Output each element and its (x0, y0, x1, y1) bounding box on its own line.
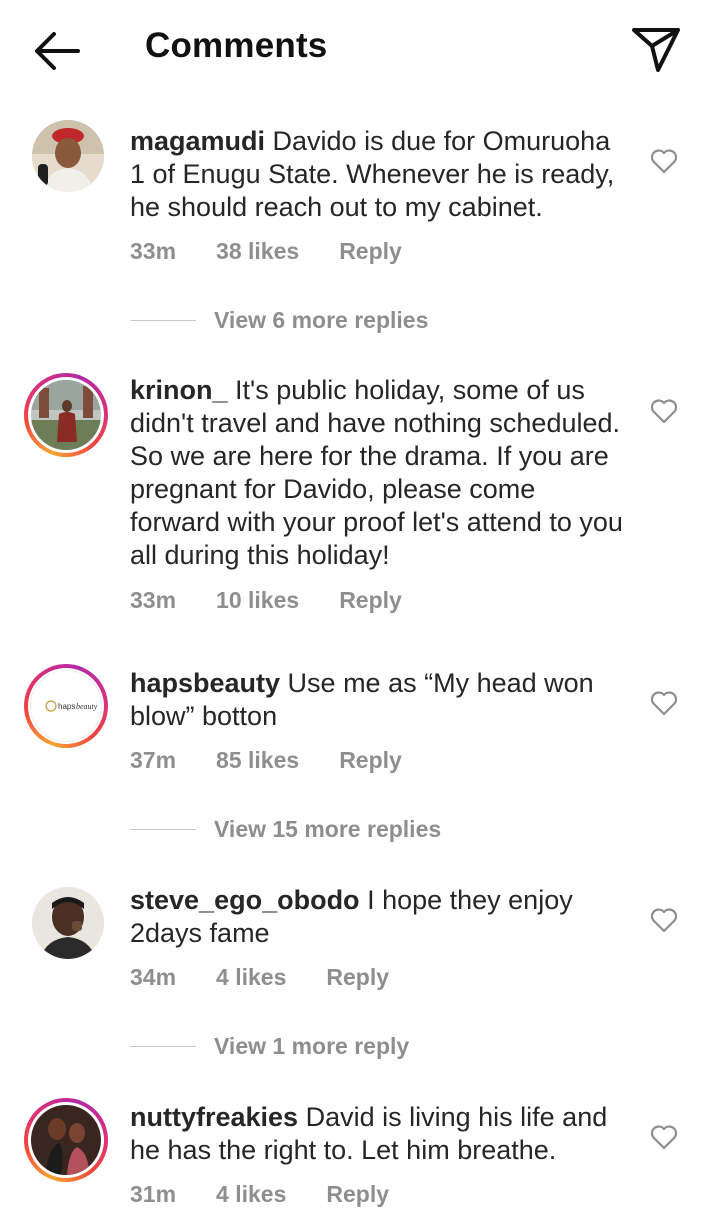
comment-username[interactable]: magamudi (130, 126, 265, 156)
avatar[interactable]: haps beauty (24, 664, 108, 748)
view-replies-button[interactable]: View 1 more reply (130, 1033, 409, 1060)
view-replies-label: View 15 more replies (214, 816, 442, 842)
comment-text-block: steve_ego_obodo I hope they enjoy 2days … (130, 884, 630, 950)
heart-icon[interactable] (650, 690, 678, 716)
comment-meta: 34m 4 likes Reply (130, 964, 389, 991)
view-replies-label: View 1 more reply (214, 1033, 410, 1059)
view-replies-label: View 6 more replies (214, 307, 429, 333)
divider (130, 829, 196, 830)
heart-icon[interactable] (650, 1124, 678, 1150)
avatar[interactable] (30, 118, 106, 194)
divider (130, 320, 196, 321)
comment-likes[interactable]: 38 likes (216, 238, 299, 265)
avatar[interactable] (24, 1098, 108, 1182)
divider (130, 1046, 196, 1047)
reply-button[interactable]: Reply (339, 238, 402, 265)
view-replies-button[interactable]: View 15 more replies (130, 816, 441, 843)
comment-likes[interactable]: 10 likes (216, 587, 299, 614)
avatar-photo (31, 380, 101, 450)
avatar-photo (32, 120, 104, 192)
reply-button[interactable]: Reply (339, 587, 402, 614)
page-title: Comments (145, 26, 328, 65)
comment-time: 33m (130, 587, 177, 613)
view-replies-button[interactable]: View 6 more replies (130, 307, 428, 334)
comment-time: 37m (130, 747, 177, 773)
comment-likes[interactable]: 4 likes (216, 1181, 286, 1208)
heart-icon[interactable] (650, 907, 678, 933)
comment-meta: 33m 10 likes Reply (130, 587, 402, 614)
arrow-left-icon (35, 32, 80, 70)
heart-icon[interactable] (650, 398, 678, 424)
comment-time: 31m (130, 1181, 177, 1207)
avatar-photo (32, 887, 104, 959)
avatar[interactable] (24, 373, 108, 457)
comment-time: 34m (130, 964, 177, 990)
brand-logo-icon: haps beauty (45, 700, 98, 712)
comment-username[interactable]: krinon_ (130, 375, 228, 405)
avatar-ring-gap (28, 1102, 104, 1178)
reply-button[interactable]: Reply (326, 1181, 389, 1208)
comment-username[interactable]: steve_ego_obodo (130, 885, 360, 915)
share-button[interactable] (628, 22, 684, 76)
comment-text-block: krinon_ It's public holiday, some of us … (130, 374, 630, 572)
comment-text-block: nuttyfreakies David is living his life a… (130, 1101, 630, 1167)
comment-username[interactable]: nuttyfreakies (130, 1102, 298, 1132)
avatar-photo (31, 1105, 101, 1175)
back-button[interactable] (30, 24, 84, 78)
comment-meta: 33m 38 likes Reply (130, 238, 402, 265)
comment-likes[interactable]: 4 likes (216, 964, 286, 991)
send-icon (632, 28, 680, 72)
svg-text:haps: haps (58, 702, 75, 711)
comment-meta: 37m 85 likes Reply (130, 747, 402, 774)
avatar-ring-gap: haps beauty (28, 668, 104, 744)
top-bar: Comments (0, 0, 720, 96)
comment-text-block: magamudi Davido is due for Omuruoha 1 of… (130, 125, 630, 224)
comment-likes[interactable]: 85 likes (216, 747, 299, 774)
comment-text-block: hapsbeauty Use me as “My head won blow” … (130, 667, 630, 733)
avatar-ring-gap (28, 377, 104, 453)
comment-username[interactable]: hapsbeauty (130, 668, 280, 698)
comment-meta: 31m 4 likes Reply (130, 1181, 389, 1208)
reply-button[interactable]: Reply (339, 747, 402, 774)
reply-button[interactable]: Reply (326, 964, 389, 991)
avatar[interactable] (30, 885, 106, 961)
heart-icon[interactable] (650, 148, 678, 174)
comment-time: 33m (130, 238, 177, 264)
svg-text:beauty: beauty (76, 702, 98, 711)
